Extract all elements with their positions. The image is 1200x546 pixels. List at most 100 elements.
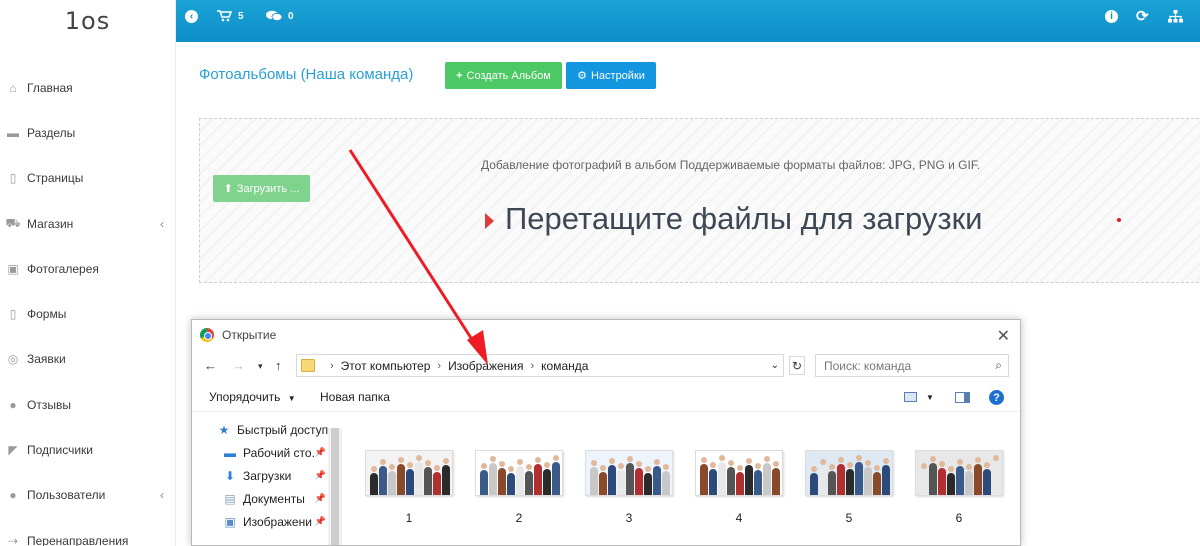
photo-preview [695,450,783,496]
sidebar-item-home[interactable]: ⌂ Главная [0,65,176,110]
dialog-titlebar: Открытие ✕ [192,320,1020,350]
new-folder-button[interactable]: Новая папка [320,390,390,404]
dialog-toolbar: Упорядочить ▼ Новая папка ▼ ? [192,382,1020,412]
sidebar-item-label: Разделы [27,125,76,140]
gear-icon: ⚙ [577,70,587,82]
pin-icon: 📌 [314,447,326,457]
chrome-icon [200,328,214,342]
bullhorn-icon: ◤ [8,443,18,458]
file-thumbnail[interactable]: 1 [365,450,453,525]
file-thumbnail[interactable]: 6 [915,450,1003,525]
logo-text: 1os [64,7,111,35]
sidebar-item-picture[interactable]: ▣ Фотогалерея [0,246,176,291]
chevron-right-icon: › [437,359,442,372]
file-thumbnail[interactable]: 2 [475,450,563,525]
sidebar-item-label: Отзывы [27,397,71,412]
refresh-icon[interactable]: ↻ [789,356,805,375]
plus-icon: + [456,69,463,82]
scrollbar-thumb[interactable] [331,428,339,545]
file-thumbnail[interactable]: 3 [585,450,673,525]
back-button[interactable]: ‹ [185,0,198,32]
comments-count: 0 [288,10,294,22]
recent-chevron-icon[interactable]: ▾ [258,361,263,372]
info-button[interactable]: i [1105,0,1118,32]
sidebar-item-users[interactable]: ● Пользователи ‹ [0,473,176,518]
close-icon[interactable]: ✕ [997,326,1010,346]
page-title: Фотоальбомы (Наша команда) [199,66,414,83]
sidebar-item-label: Фотогалерея [27,261,99,276]
sidebar: 1os ⌂ Главная ▬ Разделы ▯ Страницы ⛟ Магазин ‹ ▣ Ф… [0,0,176,546]
sidebar-item-redirect[interactable]: ⇢ Перенаправления [0,518,176,546]
caret-right-icon [485,213,494,229]
back-arrow-icon[interactable]: ← [204,358,217,373]
forward-arrow-icon[interactable]: → [232,358,245,373]
sidebar-item-form[interactable]: ▯ Формы [0,291,176,336]
nav-pane-item[interactable]: ▣ Изображени 📌 [192,510,342,533]
nav-pane-item[interactable]: ⬇ Загрузки 📌 [192,464,342,487]
nav-pane-item[interactable]: ▤ Документы 📌 [192,487,342,510]
red-dot [1117,218,1121,222]
chevron-right-icon: › [530,359,535,372]
sidebar-item-cart[interactable]: ⛟ Магазин ‹ [0,201,176,246]
form-icon: ▯ [9,307,17,322]
breadcrumb-item[interactable]: Этот компьютер [341,359,431,373]
star-icon: ★ [218,422,230,437]
file-name: 6 [955,511,963,525]
comments-icon: ● [9,397,17,412]
navigation-pane: ★ Быстрый доступ ▬ Рабочий сто. 📌 ⬇ Загрузки 📌 ▤… [192,412,342,545]
sidebar-item-label: Подписчики [27,443,94,458]
chevron-left-icon[interactable]: ‹ [160,217,164,231]
caret-down-icon[interactable]: ▼ [926,393,934,402]
chevron-left-icon[interactable]: ‹ [160,488,164,502]
desktop-icon: ▬ [224,445,236,460]
search-input[interactable]: Поиск: команда ⌕ [815,354,1009,377]
sidebar-item-folder[interactable]: ▬ Разделы [0,110,176,155]
sidebar-item-file[interactable]: ▯ Страницы [0,156,176,201]
file-name: 2 [515,511,523,525]
breadcrumb-item[interactable]: Изображения [448,359,523,373]
sidebar-item-label: Заявки [27,352,66,367]
file-name: 5 [845,511,853,525]
chevron-right-icon: › [330,359,334,372]
sitemap-icon [1168,9,1183,22]
breadcrumb-item[interactable]: команда [541,359,588,373]
file-thumbnail[interactable]: 5 [805,450,893,525]
create-album-label: Создать Альбом [466,69,551,82]
nav-pane-item[interactable]: ★ Быстрый доступ [192,418,342,441]
nav-pane-item[interactable]: ▬ Рабочий сто. 📌 [192,441,342,464]
settings-button[interactable]: ⚙ Настройки [566,62,656,89]
photo-preview [805,450,893,496]
help-icon[interactable]: ? [989,390,1004,405]
view-icon[interactable] [904,392,917,402]
preview-pane-icon[interactable] [955,392,970,403]
sidebar-item-label: Пользователи [27,488,106,503]
target-icon: ◎ [7,352,19,367]
search-icon: ⌕ [995,358,1002,372]
chevron-down-icon[interactable]: ⌄ [771,360,779,371]
logo[interactable]: 1os [0,0,175,42]
pin-icon: 📌 [314,493,326,503]
photo-preview [585,450,673,496]
file-thumbnail[interactable]: 4 [695,450,783,525]
address-bar[interactable]: › Этот компьютер › Изображения › команда… [296,354,784,377]
sidebar-item-comments[interactable]: ● Отзывы [0,382,176,427]
upload-button[interactable]: ⬆ Загрузить ... [213,175,310,202]
comments-button[interactable]: 0 [266,0,294,32]
redirect-icon: ⇢ [7,533,19,546]
refresh-button[interactable]: ⟳ [1136,0,1149,32]
photo-preview [365,450,453,496]
upload-icon: ⬆ [223,183,233,195]
sidebar-item-target[interactable]: ◎ Заявки [0,337,176,382]
dropzone[interactable]: ⬆ Загрузить ... Добавление фотографий в … [199,118,1200,283]
sitemap-button[interactable] [1168,0,1183,32]
nav-pane-label: Документы [243,491,305,506]
up-arrow-icon[interactable]: ↑ [275,358,282,373]
images-icon: ▣ [224,514,236,529]
photo-preview [475,450,563,496]
organize-button[interactable]: Упорядочить ▼ [209,390,296,404]
sidebar-item-bullhorn[interactable]: ◤ Подписчики [0,427,176,472]
cart-button[interactable]: 5 [217,0,244,32]
caret-down-icon: ▼ [287,394,296,403]
documents-icon: ▤ [224,491,236,506]
create-album-button[interactable]: + Создать Альбом [445,62,562,89]
